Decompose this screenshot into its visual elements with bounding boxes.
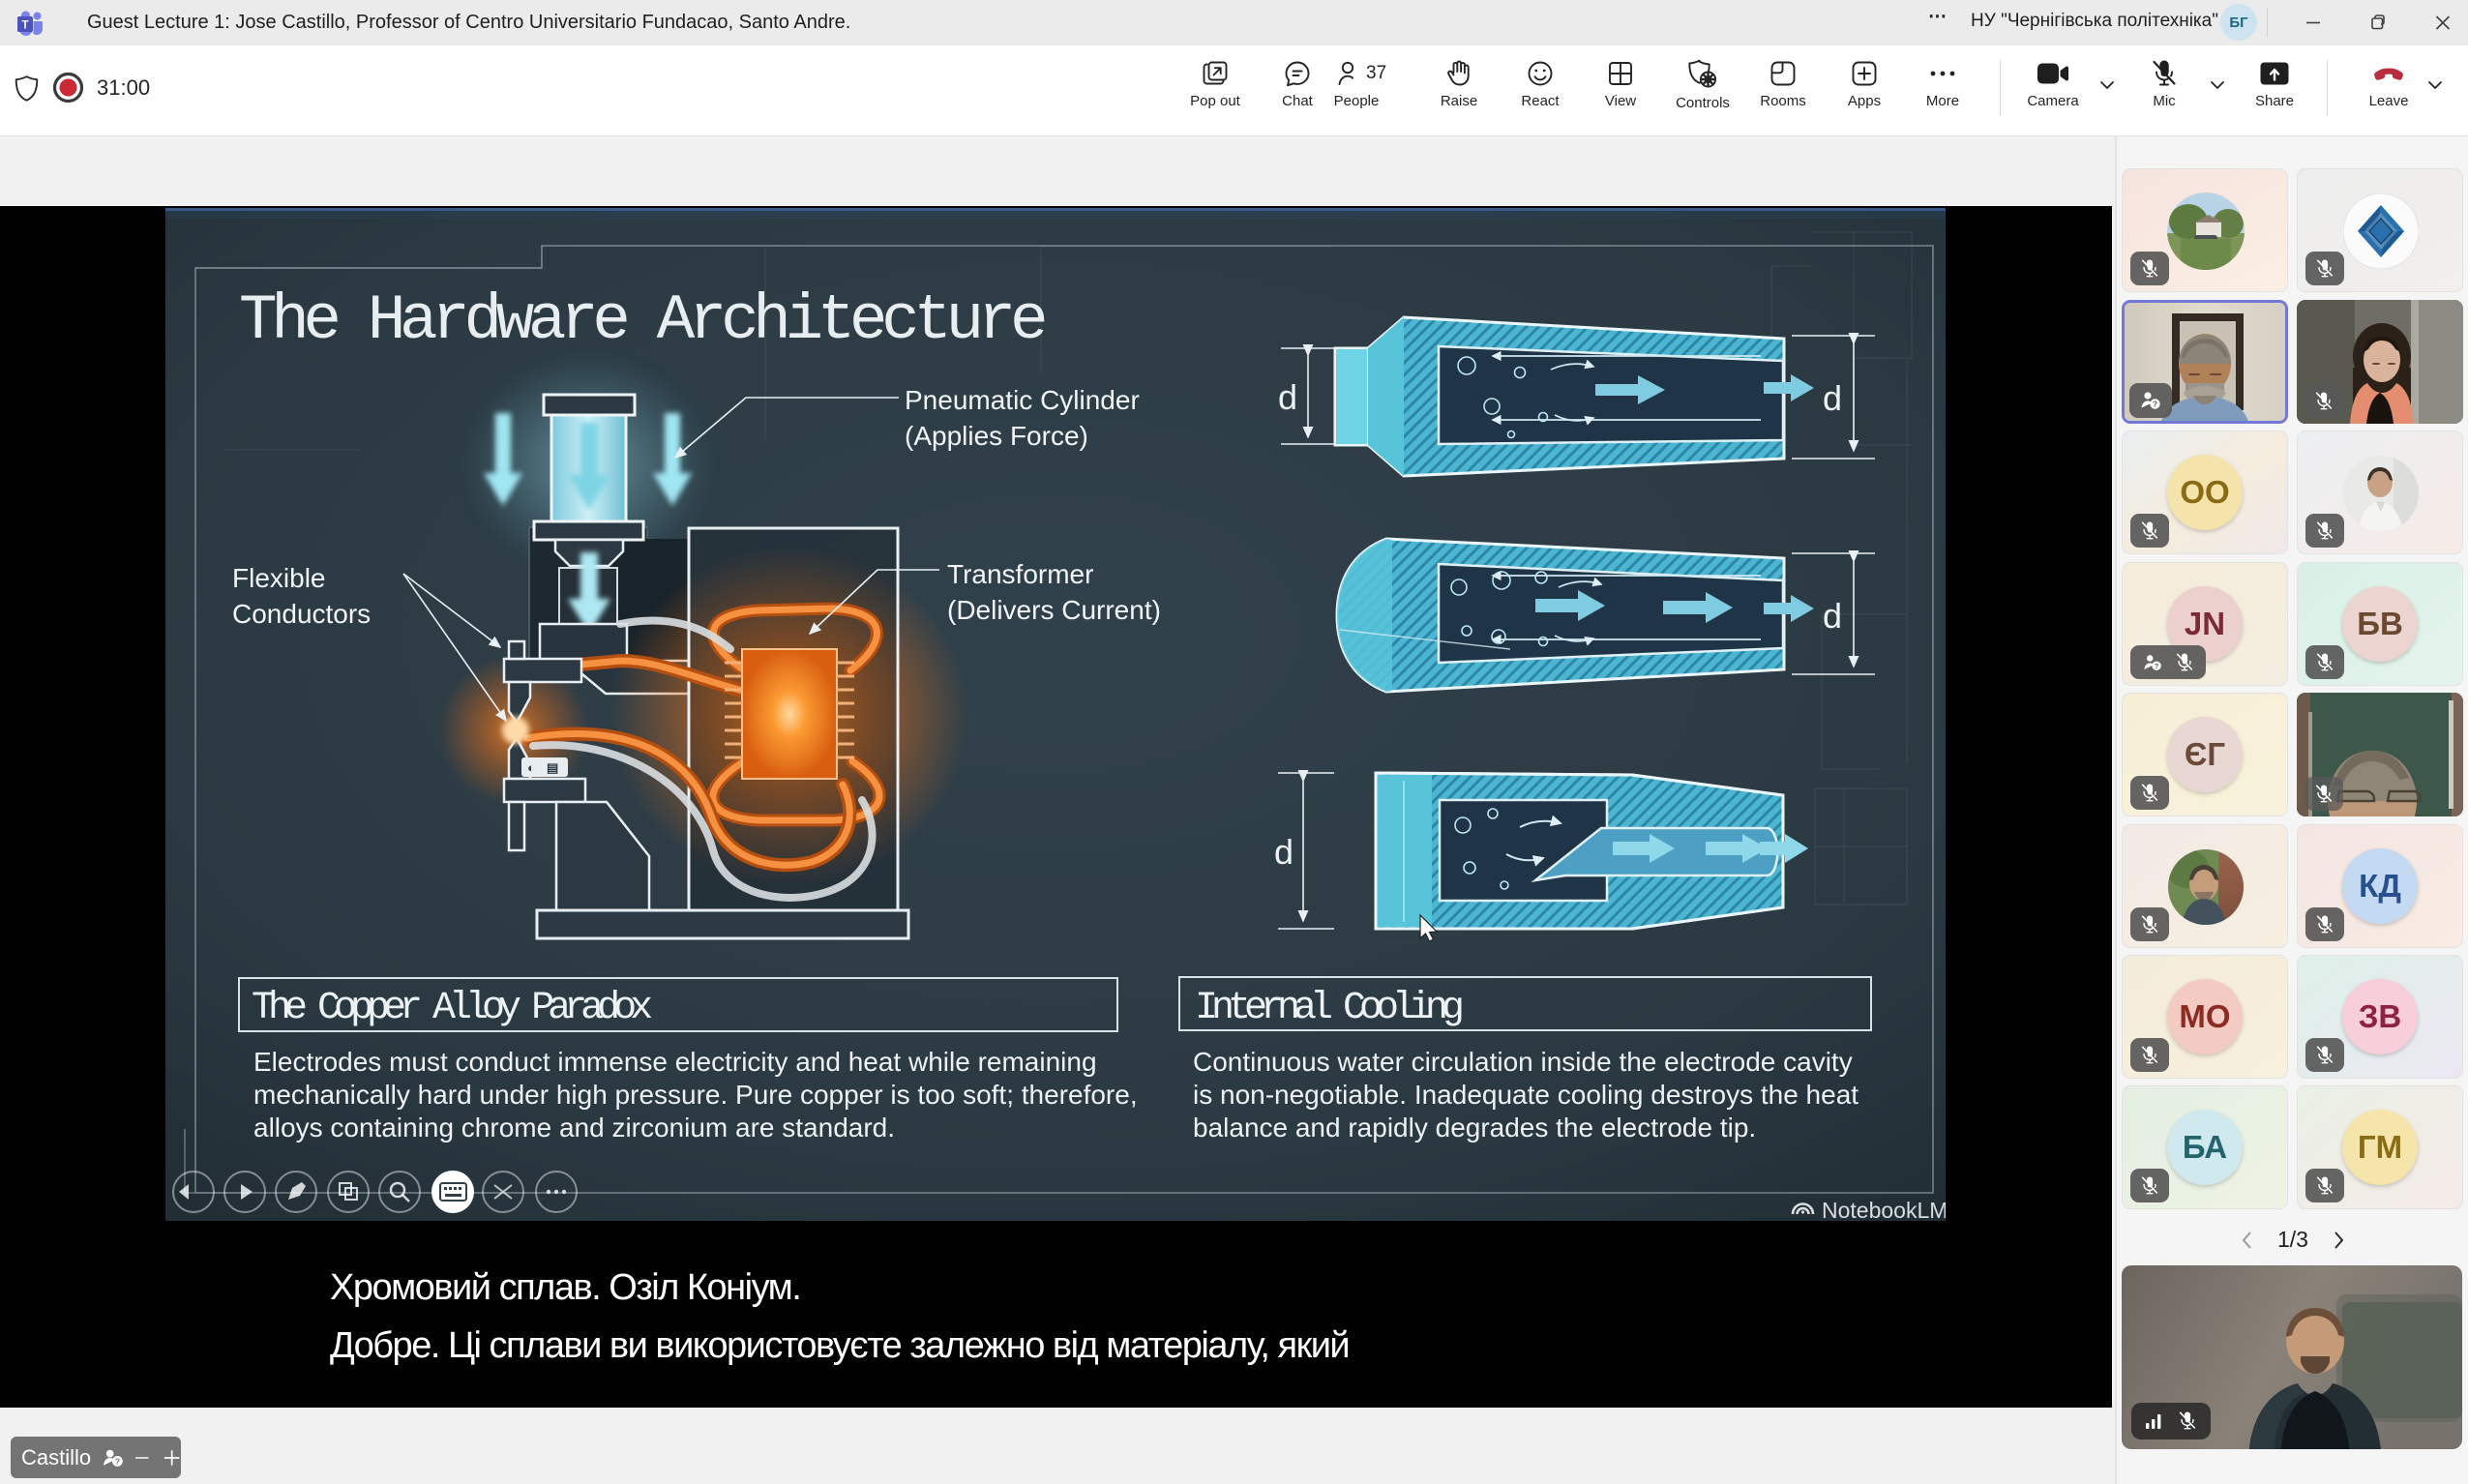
svg-text:The Hardware Architecture: The Hardware Architecture: [239, 284, 1045, 357]
svg-text:Transformer: Transformer: [947, 559, 1093, 589]
svg-text:Continuous water circulation i: Continuous water circulation inside the …: [1193, 1047, 1853, 1077]
svg-text:mechanically hard under high p: mechanically hard under high pressure. P…: [253, 1080, 1138, 1110]
svg-text:T: T: [21, 20, 28, 32]
svg-text:▤: ▤: [547, 760, 558, 775]
svg-text:balance and rapidly degrades t: balance and rapidly degrades the electro…: [1193, 1113, 1756, 1143]
svg-text:◐: ◐: [527, 760, 535, 775]
svg-text:Flexible: Flexible: [232, 563, 325, 593]
svg-text:?: ?: [115, 1456, 120, 1466]
svg-text:d: d: [1823, 378, 1842, 418]
svg-text:NotebookLM: NotebookLM: [1822, 1198, 1946, 1221]
svg-text:?: ?: [2154, 662, 2158, 670]
svg-text:(Delivers Current): (Delivers Current): [947, 595, 1161, 625]
svg-text:Pneumatic Cylinder: Pneumatic Cylinder: [905, 385, 1140, 415]
svg-text:37: 37: [1366, 63, 1386, 83]
svg-text:d: d: [1823, 596, 1842, 636]
svg-text:d: d: [1278, 377, 1297, 417]
svg-text:Electrodes must conduct immens: Electrodes must conduct immense electric…: [253, 1047, 1097, 1077]
svg-text:?: ?: [2153, 400, 2157, 409]
svg-text:alloys containing chrome and z: alloys containing chrome and zirconium a…: [253, 1113, 895, 1143]
svg-text:Conductors: Conductors: [232, 599, 371, 629]
svg-text:Internal Cooling: Internal Cooling: [1195, 987, 1462, 1030]
svg-text:is non-negotiable. Inadequate: is non-negotiable. Inadequate cooling de…: [1193, 1080, 1858, 1110]
svg-text:(Applies Force): (Applies Force): [905, 421, 1088, 451]
svg-text:d: d: [1274, 832, 1293, 872]
svg-text:The Copper Alloy Paradox: The Copper Alloy Paradox: [252, 987, 652, 1030]
